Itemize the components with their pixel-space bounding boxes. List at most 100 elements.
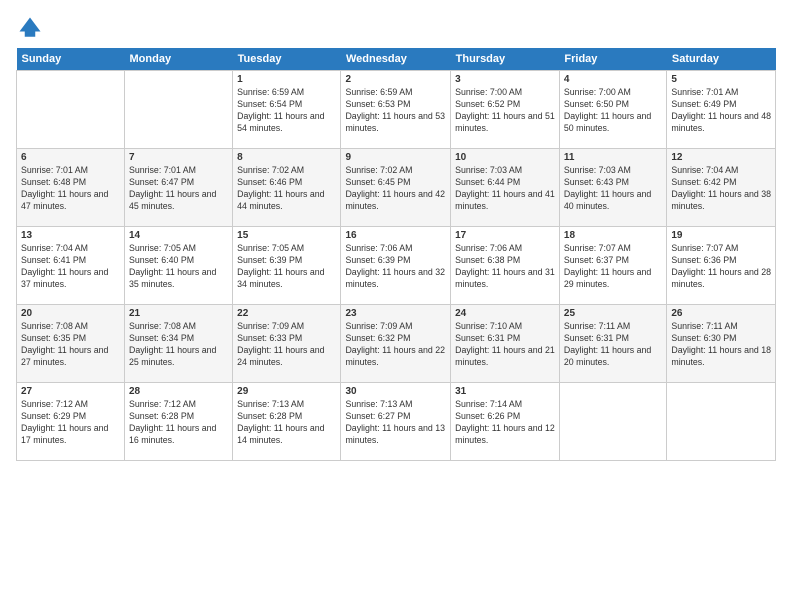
calendar-cell: 12 Sunrise: 7:04 AM Sunset: 6:42 PM Dayli… <box>667 149 776 227</box>
calendar-week-2: 6 Sunrise: 7:01 AM Sunset: 6:48 PM Daylig… <box>17 149 776 227</box>
calendar-cell: 26 Sunrise: 7:11 AM Sunset: 6:30 PM Dayli… <box>667 305 776 383</box>
calendar-cell: 14 Sunrise: 7:05 AM Sunset: 6:40 PM Dayli… <box>125 227 233 305</box>
day-info: Sunrise: 7:08 AM Sunset: 6:35 PM Dayligh… <box>21 321 120 369</box>
calendar-week-4: 20 Sunrise: 7:08 AM Sunset: 6:35 PM Dayli… <box>17 305 776 383</box>
day-info: Sunrise: 7:01 AM Sunset: 6:49 PM Dayligh… <box>671 87 771 135</box>
calendar-cell: 15 Sunrise: 7:05 AM Sunset: 6:39 PM Dayli… <box>233 227 341 305</box>
calendar-cell: 5Sunrise: 7:01 AM Sunset: 6:49 PM Daylig… <box>667 71 776 149</box>
day-number: 16 <box>345 230 446 241</box>
calendar-cell <box>125 71 233 149</box>
day-info: Sunrise: 7:06 AM Sunset: 6:38 PM Dayligh… <box>455 243 555 291</box>
day-number: 1 <box>237 74 336 85</box>
calendar-cell: 7 Sunrise: 7:01 AM Sunset: 6:47 PM Daylig… <box>125 149 233 227</box>
day-info: Sunrise: 7:04 AM Sunset: 6:41 PM Dayligh… <box>21 243 120 291</box>
day-number: 29 <box>237 386 336 397</box>
day-number: 24 <box>455 308 555 319</box>
day-number: 2 <box>345 74 446 85</box>
day-info: Sunrise: 7:11 AM Sunset: 6:31 PM Dayligh… <box>564 321 662 369</box>
calendar-week-1: 1 Sunrise: 6:59 AM Sunset: 6:54 PM Daylig… <box>17 71 776 149</box>
calendar-cell <box>667 383 776 461</box>
day-info: Sunrise: 7:11 AM Sunset: 6:30 PM Dayligh… <box>671 321 771 369</box>
day-number: 6 <box>21 152 120 163</box>
day-number: 7 <box>129 152 228 163</box>
weekday-header-row: SundayMondayTuesdayWednesdayThursdayFrid… <box>17 48 776 71</box>
calendar-week-3: 13 Sunrise: 7:04 AM Sunset: 6:41 PM Dayli… <box>17 227 776 305</box>
day-info: Sunrise: 7:13 AM Sunset: 6:28 PM Dayligh… <box>237 399 336 447</box>
day-info: Sunrise: 7:09 AM Sunset: 6:33 PM Dayligh… <box>237 321 336 369</box>
weekday-header-tuesday: Tuesday <box>233 48 341 71</box>
calendar-cell <box>559 383 666 461</box>
day-number: 21 <box>129 308 228 319</box>
day-number: 23 <box>345 308 446 319</box>
day-number: 28 <box>129 386 228 397</box>
weekday-header-monday: Monday <box>125 48 233 71</box>
calendar-cell: 24 Sunrise: 7:10 AM Sunset: 6:31 PM Dayli… <box>451 305 560 383</box>
day-info: Sunrise: 7:01 AM Sunset: 6:47 PM Dayligh… <box>129 165 228 213</box>
calendar-cell: 6 Sunrise: 7:01 AM Sunset: 6:48 PM Daylig… <box>17 149 125 227</box>
calendar-cell: 3Sunrise: 7:00 AM Sunset: 6:52 PM Daylig… <box>451 71 560 149</box>
calendar-cell: 11 Sunrise: 7:03 AM Sunset: 6:43 PM Dayli… <box>559 149 666 227</box>
calendar-cell: 4Sunrise: 7:00 AM Sunset: 6:50 PM Daylig… <box>559 71 666 149</box>
day-number: 12 <box>671 152 771 163</box>
day-number: 11 <box>564 152 662 163</box>
day-info: Sunrise: 7:02 AM Sunset: 6:46 PM Dayligh… <box>237 165 336 213</box>
calendar-cell: 28 Sunrise: 7:12 AM Sunset: 6:28 PM Dayli… <box>125 383 233 461</box>
day-info: Sunrise: 7:05 AM Sunset: 6:40 PM Dayligh… <box>129 243 228 291</box>
day-info: Sunrise: 7:12 AM Sunset: 6:29 PM Dayligh… <box>21 399 120 447</box>
day-number: 26 <box>671 308 771 319</box>
day-info: Sunrise: 7:03 AM Sunset: 6:43 PM Dayligh… <box>564 165 662 213</box>
logo <box>16 14 48 42</box>
day-info: Sunrise: 7:12 AM Sunset: 6:28 PM Dayligh… <box>129 399 228 447</box>
day-number: 30 <box>345 386 446 397</box>
calendar-cell: 18 Sunrise: 7:07 AM Sunset: 6:37 PM Dayli… <box>559 227 666 305</box>
day-info: Sunrise: 7:02 AM Sunset: 6:45 PM Dayligh… <box>345 165 446 213</box>
day-info: Sunrise: 7:09 AM Sunset: 6:32 PM Dayligh… <box>345 321 446 369</box>
day-number: 31 <box>455 386 555 397</box>
day-info: Sunrise: 7:13 AM Sunset: 6:27 PM Dayligh… <box>345 399 446 447</box>
calendar-cell: 27 Sunrise: 7:12 AM Sunset: 6:29 PM Dayli… <box>17 383 125 461</box>
day-info: Sunrise: 6:59 AM Sunset: 6:54 PM Dayligh… <box>237 87 336 135</box>
day-number: 19 <box>671 230 771 241</box>
calendar-cell: 21 Sunrise: 7:08 AM Sunset: 6:34 PM Dayli… <box>125 305 233 383</box>
day-info: Sunrise: 6:59 AM Sunset: 6:53 PM Dayligh… <box>345 87 446 135</box>
day-info: Sunrise: 7:00 AM Sunset: 6:50 PM Dayligh… <box>564 87 662 135</box>
calendar-cell: 23 Sunrise: 7:09 AM Sunset: 6:32 PM Dayli… <box>341 305 451 383</box>
calendar-cell: 9 Sunrise: 7:02 AM Sunset: 6:45 PM Daylig… <box>341 149 451 227</box>
calendar-cell: 25 Sunrise: 7:11 AM Sunset: 6:31 PM Dayli… <box>559 305 666 383</box>
day-number: 3 <box>455 74 555 85</box>
calendar-cell <box>17 71 125 149</box>
day-info: Sunrise: 7:10 AM Sunset: 6:31 PM Dayligh… <box>455 321 555 369</box>
day-number: 14 <box>129 230 228 241</box>
day-number: 13 <box>21 230 120 241</box>
day-info: Sunrise: 7:06 AM Sunset: 6:39 PM Dayligh… <box>345 243 446 291</box>
day-info: Sunrise: 7:08 AM Sunset: 6:34 PM Dayligh… <box>129 321 228 369</box>
weekday-header-wednesday: Wednesday <box>341 48 451 71</box>
header-area <box>16 10 776 42</box>
calendar-table: SundayMondayTuesdayWednesdayThursdayFrid… <box>16 48 776 461</box>
weekday-header-sunday: Sunday <box>17 48 125 71</box>
calendar-cell: 22 Sunrise: 7:09 AM Sunset: 6:33 PM Dayli… <box>233 305 341 383</box>
day-info: Sunrise: 7:14 AM Sunset: 6:26 PM Dayligh… <box>455 399 555 447</box>
day-number: 22 <box>237 308 336 319</box>
day-info: Sunrise: 7:07 AM Sunset: 6:37 PM Dayligh… <box>564 243 662 291</box>
day-info: Sunrise: 7:01 AM Sunset: 6:48 PM Dayligh… <box>21 165 120 213</box>
day-number: 20 <box>21 308 120 319</box>
calendar-cell: 30 Sunrise: 7:13 AM Sunset: 6:27 PM Dayli… <box>341 383 451 461</box>
day-number: 9 <box>345 152 446 163</box>
logo-icon <box>16 14 44 42</box>
day-number: 17 <box>455 230 555 241</box>
day-number: 25 <box>564 308 662 319</box>
day-info: Sunrise: 7:04 AM Sunset: 6:42 PM Dayligh… <box>671 165 771 213</box>
calendar-cell: 17 Sunrise: 7:06 AM Sunset: 6:38 PM Dayli… <box>451 227 560 305</box>
day-info: Sunrise: 7:03 AM Sunset: 6:44 PM Dayligh… <box>455 165 555 213</box>
calendar-cell: 1 Sunrise: 6:59 AM Sunset: 6:54 PM Daylig… <box>233 71 341 149</box>
calendar-cell: 20 Sunrise: 7:08 AM Sunset: 6:35 PM Dayli… <box>17 305 125 383</box>
weekday-header-saturday: Saturday <box>667 48 776 71</box>
calendar-cell: 31 Sunrise: 7:14 AM Sunset: 6:26 PM Dayli… <box>451 383 560 461</box>
day-number: 27 <box>21 386 120 397</box>
calendar-cell: 2 Sunrise: 6:59 AM Sunset: 6:53 PM Daylig… <box>341 71 451 149</box>
day-number: 18 <box>564 230 662 241</box>
day-info: Sunrise: 7:05 AM Sunset: 6:39 PM Dayligh… <box>237 243 336 291</box>
day-number: 15 <box>237 230 336 241</box>
day-number: 10 <box>455 152 555 163</box>
